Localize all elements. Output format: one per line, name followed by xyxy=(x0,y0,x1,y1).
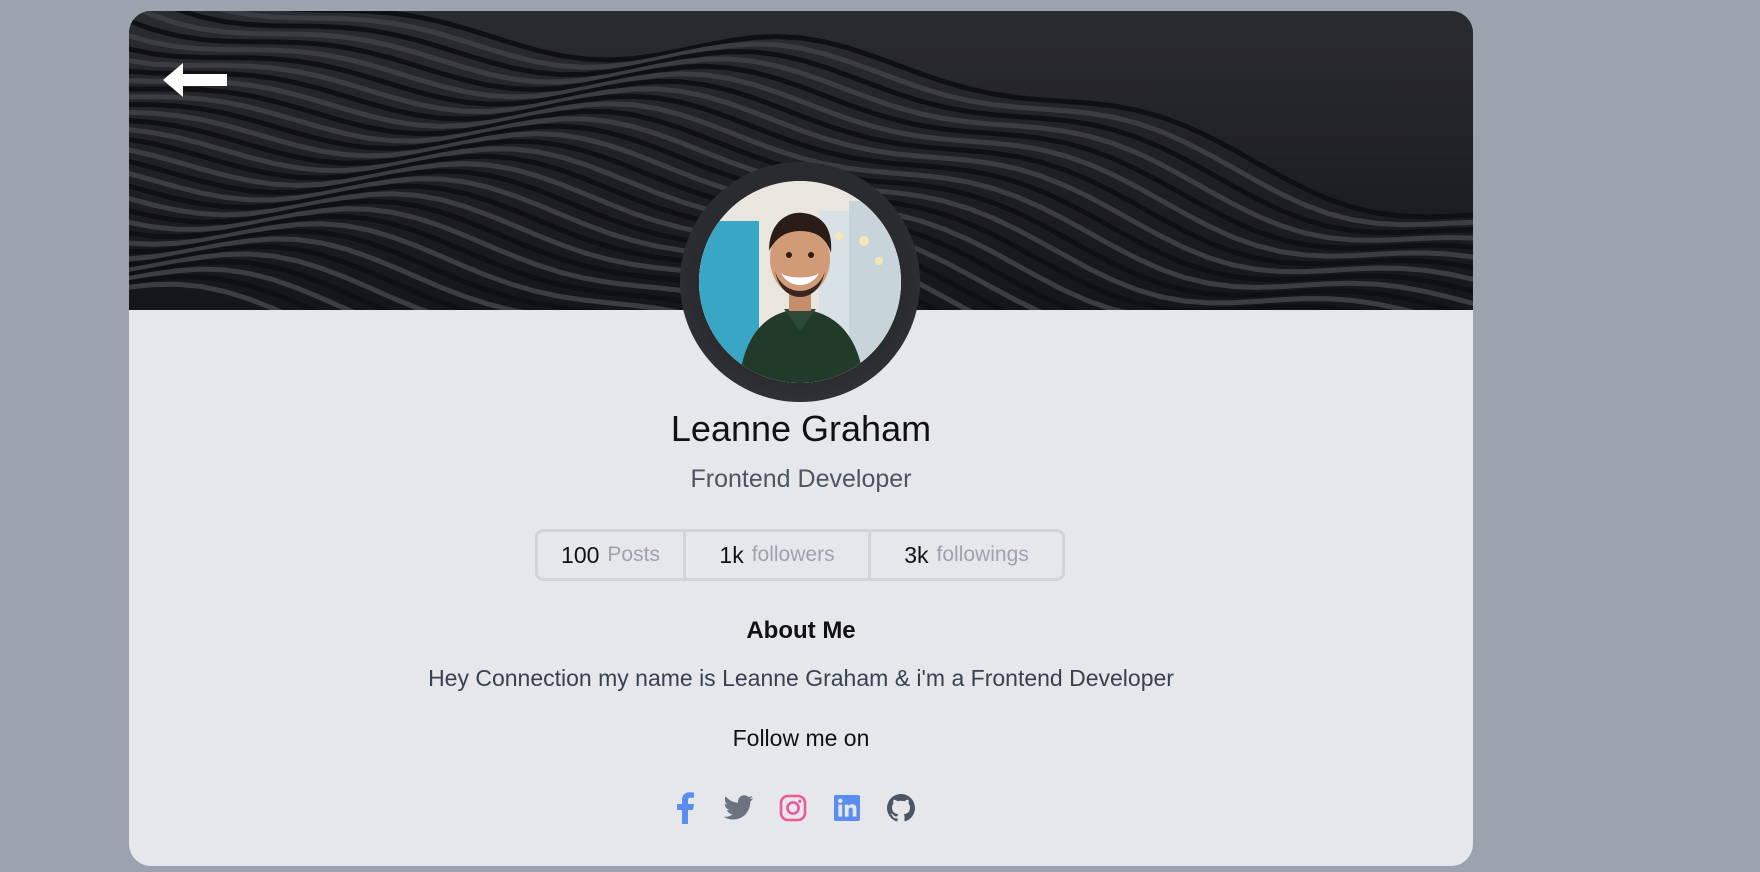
instagram-icon xyxy=(779,794,807,822)
avatar-photo xyxy=(699,181,901,383)
twitter-icon xyxy=(724,795,754,820)
stat-label: Posts xyxy=(607,543,660,566)
stats-bar: 100 Posts 1k followers 3k followings xyxy=(535,529,1065,581)
facebook-icon xyxy=(677,792,694,824)
follow-label: Follow me on xyxy=(732,725,870,751)
stat-value: 100 xyxy=(561,541,600,568)
social-links xyxy=(670,788,916,828)
github-link[interactable] xyxy=(886,792,916,824)
arrow-left-icon xyxy=(163,63,227,97)
stat-label: followers xyxy=(751,543,835,566)
profile-role: Frontend Developer xyxy=(690,465,912,493)
stat-posts[interactable]: 100 Posts xyxy=(538,532,683,578)
profile-card: Leanne Graham Frontend Developer 100 Pos… xyxy=(129,11,1473,866)
stat-followings[interactable]: 3k followings xyxy=(868,532,1062,578)
avatar xyxy=(699,181,901,383)
twitter-link[interactable] xyxy=(724,792,754,824)
profile-name: Leanne Graham xyxy=(670,408,932,449)
stat-label: followings xyxy=(936,543,1029,566)
about-text: Hey Connection my name is Leanne Graham … xyxy=(428,665,1174,691)
back-button[interactable] xyxy=(161,59,229,101)
about-title: About Me xyxy=(746,617,856,644)
linkedin-link[interactable] xyxy=(832,792,862,824)
stat-value: 3k xyxy=(904,541,929,568)
stat-value: 1k xyxy=(719,541,744,568)
stat-followers[interactable]: 1k followers xyxy=(683,532,868,578)
linkedin-icon xyxy=(834,795,860,821)
instagram-link[interactable] xyxy=(778,792,808,824)
facebook-link[interactable] xyxy=(670,792,700,824)
github-icon xyxy=(887,794,915,822)
